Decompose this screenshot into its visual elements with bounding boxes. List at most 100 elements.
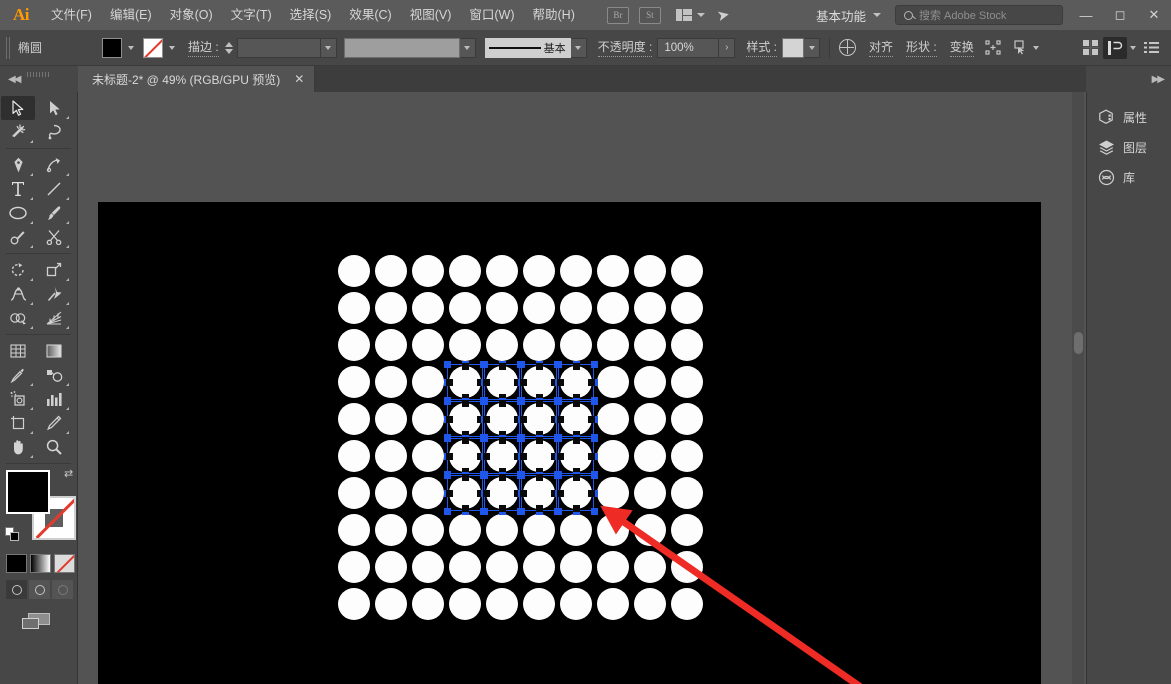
toolbar-collapse-button[interactable]: ◀◀ [0,66,78,92]
change-screen-mode-button[interactable] [22,613,52,631]
path-anchor-point[interactable] [536,437,543,444]
draw-normal-button[interactable] [6,580,27,599]
selection-handle[interactable] [444,435,451,442]
shape-builder-tool[interactable] [1,306,35,330]
path-anchor-point[interactable] [588,453,595,460]
chevron-down-icon[interactable] [804,38,820,58]
transform-label[interactable]: 变换 [950,38,974,57]
path-anchor-point[interactable] [483,453,490,460]
scissors-tool[interactable] [37,225,71,249]
fill-swatch-group[interactable] [102,38,137,58]
path-anchor-point[interactable] [536,400,543,407]
chevron-down-icon[interactable] [1130,46,1136,50]
menu-select[interactable]: 选择(S) [281,0,341,30]
bridge-icon[interactable]: Br [607,7,629,24]
close-icon[interactable]: ✕ [294,72,304,86]
pencil-tool[interactable] [1,225,35,249]
stroke-weight-input[interactable] [237,38,321,58]
selection-handle[interactable] [591,435,598,442]
path-anchor-point[interactable] [446,416,453,423]
selection-handle[interactable] [444,508,451,515]
free-transform-tool[interactable] [37,282,71,306]
symbol-sprayer-tool[interactable] [1,387,35,411]
stroke-profile-select[interactable] [344,38,460,58]
close-button[interactable]: ✕ [1137,0,1171,30]
vertical-scrollbar-thumb[interactable] [1074,332,1083,354]
selection-handle[interactable] [481,508,488,515]
align-label[interactable]: 对齐 [869,38,893,57]
swap-fill-stroke-icon[interactable]: ⇄ [64,467,78,481]
chevron-down-icon[interactable] [128,46,134,50]
menu-edit[interactable]: 编辑(E) [101,0,161,30]
select-similar-icon[interactable] [1010,39,1030,57]
shape-label[interactable]: 形状 : [906,38,937,57]
gradient-tool[interactable] [37,339,71,363]
canvas-area[interactable] [78,92,1086,684]
path-anchor-point[interactable] [446,490,453,497]
path-anchor-point[interactable] [499,505,506,512]
chevron-down-icon[interactable] [571,38,587,58]
stroke-weight-stepper[interactable] [225,42,233,54]
discover-icon[interactable]: ➤ [715,5,731,25]
graphic-style-group[interactable] [782,38,820,58]
selection-handle[interactable] [481,361,488,368]
control-bar-grip[interactable] [6,37,10,59]
artboard-tool[interactable] [1,411,35,435]
maximize-button[interactable]: ◻ [1103,0,1137,30]
minimize-button[interactable]: — [1069,0,1103,30]
path-anchor-point[interactable] [499,363,506,370]
selection-handle[interactable] [555,508,562,515]
panel-layers[interactable]: 图层 [1087,132,1171,162]
selection-handle[interactable] [555,398,562,405]
path-anchor-point[interactable] [557,453,564,460]
selection-handle[interactable] [591,398,598,405]
tools-panel-grip[interactable] [27,72,51,77]
path-anchor-point[interactable] [588,379,595,386]
width-tool[interactable] [1,282,35,306]
panel-libraries[interactable]: 库 [1087,162,1171,192]
selection-tool[interactable] [1,96,35,120]
selection-handle[interactable] [555,435,562,442]
path-anchor-point[interactable] [588,490,595,497]
path-anchor-point[interactable] [483,490,490,497]
document-tab[interactable]: 未标题-2* @ 49% (RGB/GPU 预览) ✕ [78,66,315,92]
zoom-tool[interactable] [37,435,71,459]
color-button[interactable] [6,554,27,573]
path-anchor-point[interactable] [499,400,506,407]
menu-type[interactable]: 文字(T) [222,0,281,30]
path-anchor-point[interactable] [573,363,580,370]
selection-handle[interactable] [591,361,598,368]
menu-object[interactable]: 对象(O) [161,0,222,30]
selection-handle[interactable] [555,361,562,368]
menu-effect[interactable]: 效果(C) [340,0,400,30]
mesh-tool[interactable] [1,339,35,363]
path-anchor-point[interactable] [520,453,527,460]
path-anchor-point[interactable] [462,437,469,444]
draw-inside-button[interactable] [52,580,73,599]
path-anchor-point[interactable] [573,400,580,407]
arrange-panel-icon[interactable] [1103,37,1127,59]
path-anchor-point[interactable] [536,363,543,370]
stroke-weight-field-group[interactable] [237,38,337,58]
path-anchor-point[interactable] [573,437,580,444]
path-anchor-point[interactable] [446,453,453,460]
perspective-grid-tool[interactable] [37,306,71,330]
hand-tool[interactable] [1,435,35,459]
grid-view-icon[interactable] [1079,37,1103,59]
path-anchor-point[interactable] [462,505,469,512]
stock-icon[interactable]: St [639,7,661,24]
ellipse-tool[interactable] [1,201,35,225]
magic-wand-tool[interactable] [1,120,35,144]
stock-search-box[interactable]: 搜索 Adobe Stock [895,5,1063,25]
stroke-swatch-group[interactable] [143,38,178,58]
path-anchor-point[interactable] [462,400,469,407]
selection-handle[interactable] [481,472,488,479]
path-anchor-point[interactable] [520,490,527,497]
path-anchor-point[interactable] [462,474,469,481]
workspace-switcher[interactable]: 基本功能 [808,6,889,25]
brush-preview[interactable]: 基本 [485,38,571,58]
rotate-tool[interactable] [1,258,35,282]
path-anchor-point[interactable] [588,416,595,423]
selection-handle[interactable] [518,361,525,368]
blend-tool[interactable] [37,363,71,387]
